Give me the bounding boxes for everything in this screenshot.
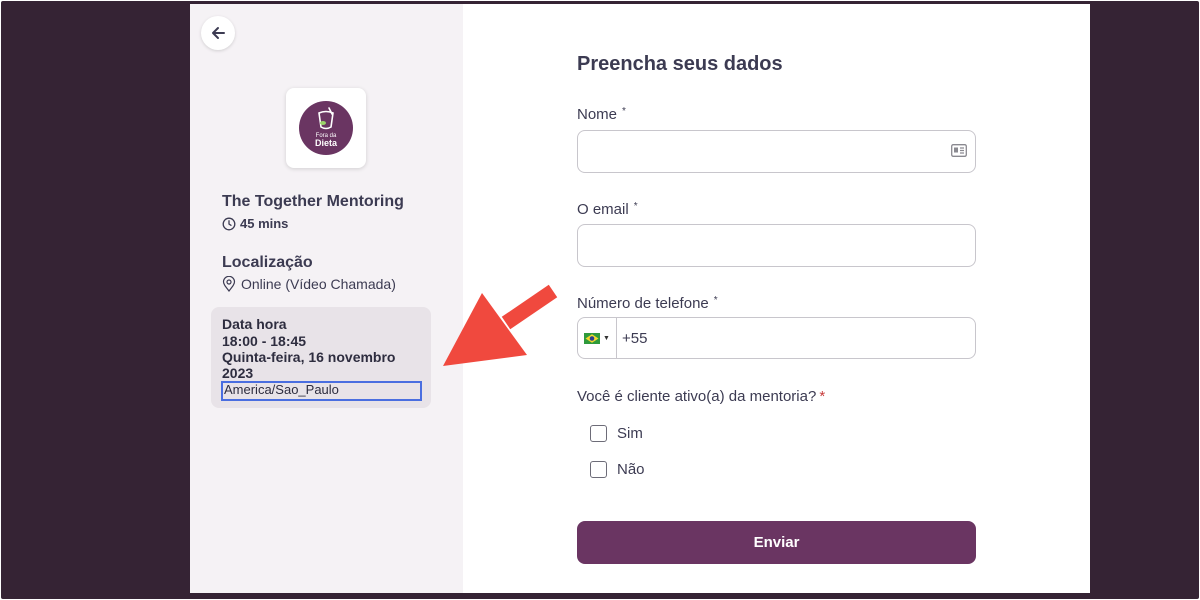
contact-card-icon	[951, 144, 967, 157]
form-title: Preencha seus dados	[577, 53, 783, 75]
event-title: The Together Mentoring	[222, 193, 404, 210]
checkbox-nao[interactable]	[590, 461, 607, 478]
required-marker: *	[622, 106, 626, 117]
client-question: Você é cliente ativo(a) da mentoria? *	[577, 388, 825, 405]
option-nao[interactable]: Não	[590, 461, 645, 478]
datetime-box: Data hora 18:00 - 18:45 Quinta-feira, 16…	[211, 307, 431, 408]
arrow-left-icon	[212, 27, 225, 39]
required-marker: *	[713, 295, 718, 306]
phone-label: Número de telefone *	[577, 295, 718, 312]
country-code-select[interactable]: ▼	[578, 318, 617, 358]
option-sim-label: Sim	[617, 425, 643, 442]
time-range: 18:00 - 18:45	[222, 333, 307, 349]
email-field[interactable]	[577, 224, 976, 267]
required-marker: *	[633, 201, 638, 212]
phone-value: +55	[622, 329, 648, 347]
date-text: Quinta-feira, 16 novembro	[222, 349, 396, 365]
form-panel: Preencha seus dados Nome * O email * Númer…	[463, 4, 1090, 593]
email-label: O email *	[577, 201, 638, 218]
event-summary-panel: Fora da Dieta The Together Mentoring 45 …	[190, 4, 463, 593]
name-label-text: Nome	[577, 106, 618, 123]
booking-card: Fora da Dieta The Together Mentoring 45 …	[190, 4, 1090, 593]
location-value: Online (Vídeo Chamada)	[222, 276, 396, 292]
location-text: Online (Vídeo Chamada)	[241, 276, 396, 292]
required-marker: *	[819, 388, 826, 405]
date-year: 2023	[222, 365, 254, 381]
checkbox-sim[interactable]	[590, 425, 607, 442]
name-field[interactable]	[577, 130, 976, 173]
brand-logo: Fora da Dieta	[286, 88, 366, 168]
phone-field[interactable]: ▼ +55	[577, 317, 976, 359]
brazil-flag-icon	[584, 332, 601, 344]
email-label-text: O email	[577, 201, 629, 218]
back-button[interactable]	[201, 16, 235, 50]
option-nao-label: Não	[617, 461, 645, 478]
question-text: Você é cliente ativo(a) da mentoria?	[577, 388, 817, 405]
location-heading: Localização	[222, 254, 313, 271]
datetime-heading: Data hora	[222, 316, 287, 332]
timezone-highlight: America/Sao_Paulo	[221, 381, 422, 401]
clock-icon	[222, 217, 236, 230]
submit-button[interactable]: Enviar	[577, 521, 976, 564]
event-duration: 45 mins	[222, 216, 288, 231]
svg-text:Dieta: Dieta	[315, 138, 338, 148]
chevron-down-icon: ▼	[603, 334, 610, 342]
name-label: Nome *	[577, 106, 626, 123]
option-sim[interactable]: Sim	[590, 425, 643, 442]
phone-label-text: Número de telefone	[577, 295, 709, 312]
fora-da-dieta-logo: Fora da Dieta	[299, 101, 353, 155]
duration-text: 45 mins	[240, 216, 289, 231]
map-pin-icon	[222, 276, 236, 292]
